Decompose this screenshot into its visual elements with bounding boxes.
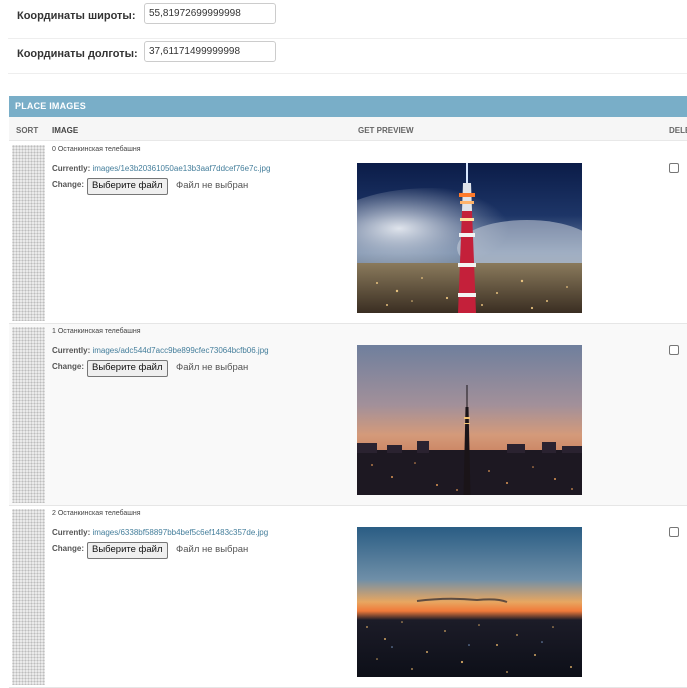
latitude-label: Координаты широты:	[17, 10, 136, 22]
change-label: Change:	[52, 180, 84, 189]
image-row: 2 Останкинская телебашня Currently: imag…	[9, 506, 687, 688]
change-line: Change: Выберите файл Файл не выбран	[52, 360, 248, 377]
currently-line: Currently: images/adc544d7acc9be899cfec7…	[52, 346, 269, 355]
current-image-link[interactable]: images/6338bf58897bb4bef5c6ef1483c357de.…	[92, 528, 268, 537]
column-get-preview: GET PREVIEW	[358, 126, 414, 135]
image-title: 1 Останкинская телебашня	[52, 328, 141, 335]
no-file-text: Файл не выбран	[176, 362, 249, 373]
change-label: Change:	[52, 544, 84, 553]
drag-handle[interactable]	[12, 327, 45, 503]
change-line: Change: Выберите файл Файл не выбран	[52, 178, 248, 195]
longitude-input[interactable]	[144, 41, 276, 62]
column-delete: DELE	[669, 126, 687, 135]
delete-checkbox[interactable]	[669, 527, 679, 537]
delete-checkbox[interactable]	[669, 163, 679, 173]
currently-label: Currently:	[52, 164, 91, 173]
latitude-input[interactable]	[144, 3, 276, 24]
column-image: IMAGE	[52, 126, 79, 135]
change-label: Change:	[52, 362, 84, 371]
drag-handle[interactable]	[12, 509, 45, 685]
choose-file-button[interactable]: Выберите файл	[87, 542, 168, 559]
currently-line: Currently: images/1e3b20361050ae13b3aaf7…	[52, 164, 270, 173]
image-row: 0 Останкинская телебашня Currently: imag…	[9, 142, 687, 324]
drag-handle[interactable]	[12, 145, 45, 321]
longitude-label: Координаты долготы:	[17, 48, 138, 60]
preview-image	[357, 345, 582, 495]
preview-image	[357, 527, 582, 677]
currently-line: Currently: images/6338bf58897bb4bef5c6ef…	[52, 528, 268, 537]
current-image-link[interactable]: images/1e3b20361050ae13b3aaf7ddcef76e7c.…	[92, 164, 270, 173]
current-image-link[interactable]: images/adc544d7acc9be899cfec73064bcfb06.…	[92, 346, 268, 355]
latitude-row: Координаты широты:	[8, 0, 687, 39]
currently-label: Currently:	[52, 528, 91, 537]
image-title: 0 Останкинская телебашня	[52, 146, 141, 153]
image-row: 1 Останкинская телебашня Currently: imag…	[9, 324, 687, 506]
no-file-text: Файл не выбран	[176, 544, 249, 555]
column-sort: SORT	[16, 126, 39, 135]
currently-label: Currently:	[52, 346, 91, 355]
place-images-header: PLACE IMAGES	[9, 96, 687, 117]
change-line: Change: Выберите файл Файл не выбран	[52, 542, 248, 559]
choose-file-button[interactable]: Выберите файл	[87, 360, 168, 377]
image-title: 2 Останкинская телебашня	[52, 510, 141, 517]
preview-image	[357, 163, 582, 313]
column-headers: SORT IMAGE GET PREVIEW DELE	[9, 117, 687, 141]
no-file-text: Файл не выбран	[176, 180, 249, 191]
delete-checkbox[interactable]	[669, 345, 679, 355]
longitude-row: Координаты долготы:	[8, 35, 687, 74]
choose-file-button[interactable]: Выберите файл	[87, 178, 168, 195]
